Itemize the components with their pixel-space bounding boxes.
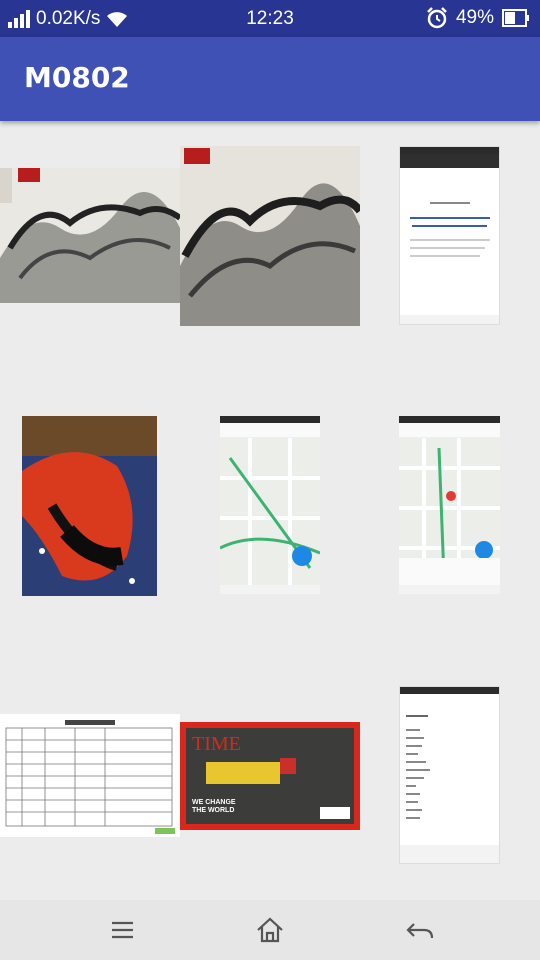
gallery-image-map-screenshot-1[interactable] — [220, 416, 320, 594]
gallery-image-lobster-plush-photo[interactable] — [22, 416, 157, 596]
gallery-image-table-document[interactable] — [0, 714, 180, 837]
gallery-image-time-magazine-cover[interactable]: TIME WE CHANGE THE WORLD — [180, 722, 360, 830]
map-thumb — [220, 438, 320, 588]
status-right: 49% — [426, 7, 530, 29]
navigation-bar — [0, 900, 540, 960]
album-title: M0802 — [24, 61, 130, 94]
alarm-icon — [427, 7, 447, 29]
status-bar: 0.02K/s 12:23 49% — [0, 0, 540, 37]
gallery-image-map-screenshot-2[interactable] — [399, 416, 500, 594]
svg-text:TIME: TIME — [192, 733, 241, 755]
magazine-thumb: TIME WE CHANGE THE WORLD — [180, 722, 360, 830]
gallery-image-phone-screenshot-list[interactable] — [399, 686, 500, 864]
back-icon — [406, 923, 434, 939]
home-icon — [257, 917, 283, 943]
gallery-image-phone-screenshot-doc[interactable] — [399, 146, 500, 325]
ink-painting-thumb — [0, 168, 180, 303]
battery-icon — [502, 9, 529, 27]
app-bar: M0802 — [0, 37, 540, 121]
home-button[interactable] — [250, 912, 290, 948]
back-button[interactable] — [400, 912, 440, 948]
battery-level: 49% — [455, 7, 494, 28]
map-thumb — [399, 438, 500, 588]
gallery-image-ink-painting-2[interactable] — [180, 146, 360, 326]
table-doc-thumb — [0, 714, 180, 837]
menu-icon — [112, 921, 133, 939]
gallery-image-ink-painting-1[interactable] — [0, 168, 180, 303]
ink-painting-thumb — [180, 146, 360, 326]
svg-text:THE WORLD: THE WORLD — [192, 807, 234, 814]
menu-button[interactable] — [102, 912, 142, 948]
lobster-photo-thumb — [22, 416, 157, 596]
svg-text:WE CHANGE: WE CHANGE — [192, 799, 236, 806]
